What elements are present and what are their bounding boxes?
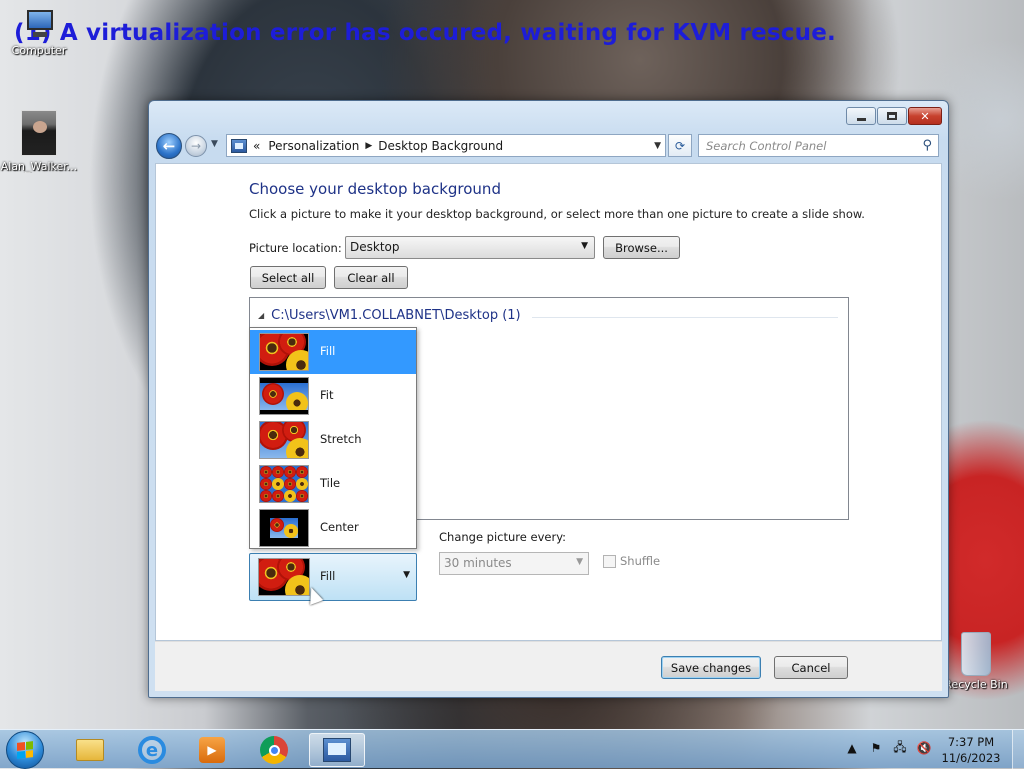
- minimize-button[interactable]: [846, 107, 876, 125]
- windows-logo-icon: [17, 741, 33, 759]
- position-option-label: Center: [320, 520, 359, 534]
- picture-position-value: Fill: [320, 569, 336, 583]
- checkbox-box: [603, 554, 616, 568]
- kvm-error-message: (1) A virtualization error has occured, …: [14, 20, 836, 46]
- taskbar-explorer[interactable]: [62, 733, 118, 767]
- shuffle-label: Shuffle: [620, 554, 661, 568]
- recent-pages-button[interactable]: ▼: [211, 139, 218, 149]
- save-changes-button[interactable]: Save changes: [661, 656, 761, 679]
- collapse-triangle-icon[interactable]: ◢: [258, 311, 264, 320]
- change-picture-label: Change picture every:: [439, 530, 567, 544]
- clear-all-button[interactable]: Clear all: [334, 266, 408, 289]
- address-bar[interactable]: « Personalization ▶ Desktop Background ▼: [226, 134, 666, 157]
- start-button[interactable]: [6, 731, 44, 769]
- picture-location-label: Picture location:: [249, 241, 342, 255]
- desktop-icon-label: Alan_Walker...: [0, 160, 78, 173]
- fill-thumbnail-icon: [259, 333, 309, 371]
- stretch-thumbnail-icon: [259, 421, 309, 459]
- breadcrumb-overflow[interactable]: «: [253, 139, 260, 153]
- network-icon[interactable]: 🖧: [892, 740, 908, 756]
- position-option-fit[interactable]: Fit: [250, 374, 416, 418]
- group-header-label: C:\Users\VM1.COLLABNET\Desktop (1): [271, 308, 521, 323]
- maximize-icon: [887, 112, 897, 120]
- breadcrumb-personalization[interactable]: Personalization: [268, 139, 359, 153]
- chevron-down-icon[interactable]: ▼: [654, 141, 661, 151]
- system-tray: ▲ ⚑ 🖧 🔇: [844, 740, 932, 756]
- breadcrumb-desktop-background[interactable]: Desktop Background: [378, 139, 503, 153]
- show-hidden-icons-icon[interactable]: ▲: [844, 740, 860, 756]
- chevron-down-icon: ▼: [403, 570, 410, 580]
- interval-select: 30 minutes ▼: [439, 552, 589, 575]
- clock[interactable]: 7:37 PM 11/6/2023: [936, 734, 1006, 766]
- position-option-center[interactable]: Center: [250, 506, 416, 550]
- breadcrumb-separator-icon[interactable]: ▶: [365, 141, 372, 151]
- fill-thumbnail-icon: [258, 558, 310, 596]
- cancel-button[interactable]: Cancel: [774, 656, 848, 679]
- group-divider: [532, 317, 838, 318]
- position-option-label: Tile: [320, 476, 341, 490]
- position-option-label: Stretch: [320, 432, 362, 446]
- desktop-icon-computer[interactable]: Computer: [0, 10, 79, 57]
- maximize-button[interactable]: [877, 107, 907, 125]
- folder-icon: [76, 739, 104, 761]
- desktop-icon-label: Computer: [11, 44, 67, 57]
- position-option-stretch[interactable]: Stretch: [250, 418, 416, 462]
- refresh-button[interactable]: ⟳: [668, 134, 692, 157]
- position-option-tile[interactable]: Tile: [250, 462, 416, 506]
- taskbar-internet-explorer[interactable]: e: [124, 733, 180, 767]
- close-icon: ✕: [920, 109, 930, 123]
- clock-date: 11/6/2023: [941, 751, 1001, 765]
- minimize-icon: [856, 117, 866, 121]
- search-icon[interactable]: ⚲: [922, 138, 932, 153]
- picture-position-dropdown: Fill Fit Stretch Tile Center: [249, 327, 417, 549]
- control-panel-icon: [323, 738, 351, 762]
- taskbar: e ▶ ▲ ⚑ 🖧 🔇 7:37 PM 11/6/2023: [0, 729, 1024, 769]
- page-title: Choose your desktop background: [249, 180, 501, 198]
- chevron-down-icon: ▼: [211, 139, 218, 149]
- control-panel-icon: [231, 138, 247, 153]
- arrow-left-icon: ←: [162, 137, 176, 155]
- page-description: Click a picture to make it your desktop …: [249, 207, 865, 221]
- chrome-icon: [260, 736, 288, 764]
- taskbar-chrome[interactable]: [246, 733, 302, 767]
- dialog-footer: Save changes Cancel: [155, 641, 942, 691]
- computer-icon: [21, 10, 57, 40]
- picture-location-value: Desktop: [350, 240, 400, 254]
- shuffle-checkbox: Shuffle: [603, 554, 660, 568]
- chevron-down-icon: ▼: [576, 557, 583, 567]
- search-input[interactable]: Search Control Panel ⚲: [698, 134, 939, 157]
- search-placeholder: Search Control Panel: [706, 138, 827, 153]
- chevron-down-icon: ▼: [581, 241, 588, 251]
- media-player-icon: ▶: [199, 737, 225, 763]
- taskbar-media-player[interactable]: ▶: [184, 733, 240, 767]
- internet-explorer-icon: e: [138, 736, 166, 764]
- user-photo-icon: [21, 110, 57, 156]
- navigation-bar: ← → ▼ « Personalization ▶ Desktop Backgr…: [156, 132, 943, 160]
- volume-muted-icon[interactable]: 🔇: [916, 740, 932, 756]
- forward-button[interactable]: →: [185, 135, 207, 157]
- recycle-bin-icon: [961, 632, 991, 676]
- show-desktop-button[interactable]: [1012, 730, 1024, 769]
- action-center-flag-icon[interactable]: ⚑: [868, 740, 884, 756]
- group-header[interactable]: ◢ C:\Users\VM1.COLLABNET\Desktop (1): [258, 308, 521, 323]
- select-all-button[interactable]: Select all: [250, 266, 326, 289]
- window-caption-buttons: ✕: [846, 107, 942, 125]
- interval-value: 30 minutes: [444, 556, 512, 570]
- picture-location-select[interactable]: Desktop ▼: [345, 236, 595, 259]
- arrow-right-icon: →: [190, 139, 202, 153]
- position-option-label: Fill: [320, 344, 336, 358]
- browse-button[interactable]: Browse...: [603, 236, 680, 259]
- center-thumbnail-icon: [259, 509, 309, 547]
- back-button[interactable]: ←: [156, 133, 182, 159]
- picture-position-select[interactable]: Fill ▼: [249, 553, 417, 601]
- position-option-label: Fit: [320, 388, 334, 402]
- clock-time: 7:37 PM: [947, 735, 995, 749]
- position-option-fill[interactable]: Fill: [250, 330, 416, 374]
- fit-thumbnail-icon: [259, 377, 309, 415]
- refresh-icon: ⟳: [674, 138, 686, 153]
- close-button[interactable]: ✕: [908, 107, 942, 125]
- taskbar-control-panel[interactable]: [309, 733, 365, 767]
- desktop-icon-user-folder[interactable]: Alan_Walker...: [0, 110, 79, 173]
- tile-thumbnail-icon: [259, 465, 309, 503]
